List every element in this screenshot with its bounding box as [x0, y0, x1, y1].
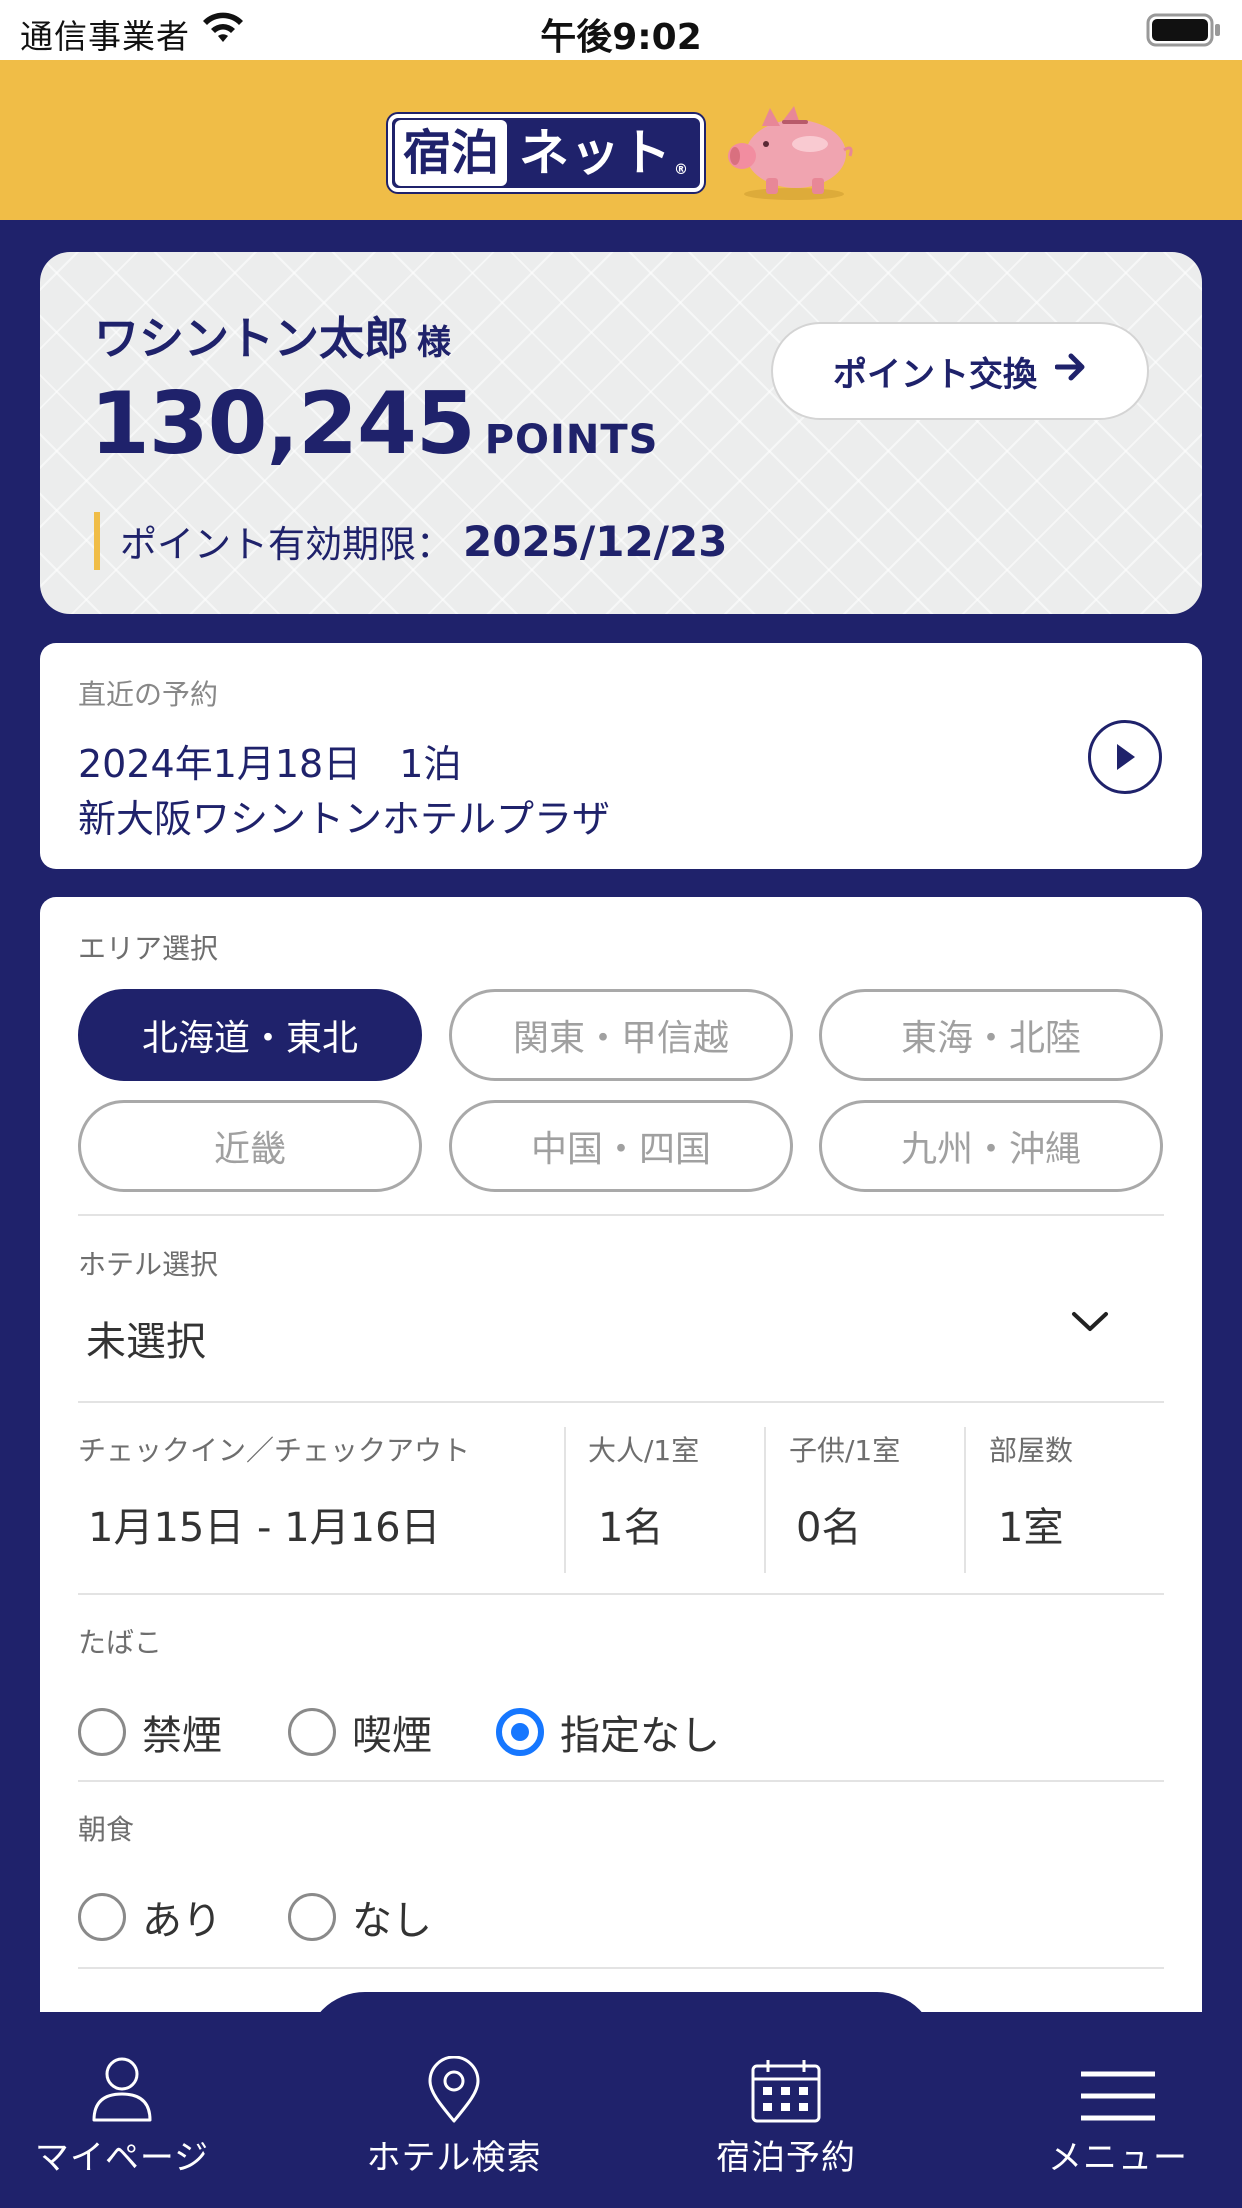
smoking-label: たばこ: [78, 1626, 163, 1659]
tab-reservation[interactable]: 宿泊予約: [666, 2052, 906, 2179]
clock-text: 午後9:02: [540, 17, 702, 58]
radio-label: なし: [352, 1898, 432, 1944]
radio-button[interactable]: [288, 1893, 336, 1941]
points-expiry: ポイント有効期限： 2025/12/23: [94, 512, 727, 570]
search-form: エリア選択 北海道・東北 関東・甲信越 東海・北陸 近畿 中国・四国 九州・沖縄…: [40, 897, 1202, 2017]
divider: [78, 1780, 1164, 1782]
checkin-label: チェックイン／チェックアウト: [78, 1434, 471, 1467]
tab-hotel-search[interactable]: ホテル検索: [334, 2052, 574, 2179]
smoking-option-nonsmoking[interactable]: 禁煙: [78, 1703, 222, 1761]
adults-field[interactable]: 1名: [598, 1495, 663, 1553]
calendar-icon: [666, 2052, 906, 2124]
battery-icon: [1146, 13, 1222, 51]
map-pin-icon: [334, 2052, 574, 2124]
status-bar: 通信事業者 午後9:02: [0, 0, 1242, 60]
bottom-tab-bar: マイページ ホテル検索 宿泊予約 メニュー: [0, 2012, 1242, 2208]
recent-reservation-label: 直近の予約: [78, 678, 219, 711]
field-separator: [764, 1427, 766, 1573]
radio-label: 指定なし: [560, 1713, 720, 1759]
tab-label: メニュー: [1048, 2138, 1188, 2178]
divider: [78, 1967, 1164, 1969]
registered-mark: ®: [674, 162, 689, 178]
adults-label: 大人/1室: [588, 1434, 700, 1467]
recent-reservation-card[interactable]: 直近の予約 2024年1月18日 1泊 新大阪ワシントンホテルプラザ: [40, 643, 1202, 869]
logo-text-b: ネット: [519, 124, 673, 182]
hamburger-menu-icon: [998, 2052, 1238, 2124]
area-button-kinki[interactable]: 近畿: [78, 1100, 422, 1192]
radio-button-selected[interactable]: [496, 1708, 544, 1756]
smoking-option-smoking[interactable]: 喫煙: [288, 1703, 432, 1761]
points-unit: POINTS: [484, 417, 659, 463]
tab-menu[interactable]: メニュー: [998, 2052, 1238, 2179]
point-exchange-button[interactable]: ポイント交換: [771, 322, 1149, 420]
children-field[interactable]: 0名: [796, 1495, 861, 1553]
breakfast-option-yes[interactable]: あり: [78, 1888, 222, 1946]
piggy-bank-icon: [720, 98, 860, 206]
play-circle-icon[interactable]: [1088, 720, 1162, 794]
point-exchange-label: ポイント交換: [833, 354, 1037, 395]
brand-logo: 宿泊 ネット ®: [388, 114, 704, 192]
smoking-option-unspecified[interactable]: 指定なし: [496, 1703, 720, 1761]
area-button-hokkaido-tohoku[interactable]: 北海道・東北: [78, 989, 422, 1081]
app-screen: 通信事業者 午後9:02 宿泊 ネット ® ワシントン太郎 様 130,245 …: [0, 0, 1242, 2208]
divider: [78, 1593, 1164, 1595]
tab-label: ホテル検索: [366, 2138, 542, 2178]
expiry-date: 2025/12/23: [463, 516, 728, 566]
area-select-label: エリア選択: [78, 932, 219, 965]
radio-button[interactable]: [78, 1893, 126, 1941]
app-header: 宿泊 ネット ®: [0, 60, 1242, 220]
tab-label: マイページ: [34, 2138, 210, 2178]
divider: [78, 1214, 1164, 1216]
chevron-down-icon[interactable]: [1070, 1309, 1110, 1339]
children-label: 子供/1室: [789, 1434, 901, 1467]
radio-button[interactable]: [288, 1708, 336, 1756]
hotel-select[interactable]: 未選択: [86, 1309, 206, 1367]
expiry-label: ポイント有効期限：: [120, 523, 453, 566]
user-name-text: ワシントン太郎: [94, 312, 410, 365]
divider: [78, 1401, 1164, 1403]
tab-label: 宿泊予約: [716, 2138, 856, 2178]
user-name: ワシントン太郎様: [94, 302, 451, 367]
area-button-kyushu-okinawa[interactable]: 九州・沖縄: [819, 1100, 1163, 1192]
breakfast-label: 朝食: [78, 1813, 135, 1846]
radio-label: 喫煙: [352, 1713, 432, 1759]
recent-reservation-date: 2024年1月18日 1泊: [78, 742, 462, 786]
radio-label: あり: [142, 1898, 222, 1944]
arrow-right-icon: [1054, 351, 1087, 391]
area-button-chugoku-shikoku[interactable]: 中国・四国: [449, 1100, 793, 1192]
area-button-kanto[interactable]: 関東・甲信越: [449, 989, 793, 1081]
rooms-field[interactable]: 1室: [998, 1495, 1063, 1553]
area-button-tokai-hokuriku[interactable]: 東海・北陸: [819, 989, 1163, 1081]
field-separator: [964, 1427, 966, 1573]
breakfast-option-no[interactable]: なし: [288, 1888, 432, 1946]
person-icon: [2, 2052, 242, 2124]
hotel-select-label: ホテル選択: [78, 1248, 219, 1281]
points-balance: 130,245 POINTS: [90, 374, 658, 474]
field-separator: [564, 1427, 566, 1573]
checkin-checkout-field[interactable]: 1月15日 - 1月16日: [88, 1495, 441, 1553]
radio-label: 禁煙: [142, 1713, 222, 1759]
logo-text-a: 宿泊: [395, 120, 508, 186]
rooms-label: 部屋数: [989, 1434, 1074, 1467]
recent-reservation-hotel: 新大阪ワシントンホテルプラザ: [78, 797, 611, 841]
points-number: 130,245: [90, 374, 476, 474]
radio-button[interactable]: [78, 1708, 126, 1756]
points-card: ワシントン太郎様 130,245 POINTS ポイント交換 ポイント有効期限： …: [40, 252, 1202, 614]
user-honorific: 様: [417, 323, 452, 363]
tab-mypage[interactable]: マイページ: [2, 2052, 242, 2179]
